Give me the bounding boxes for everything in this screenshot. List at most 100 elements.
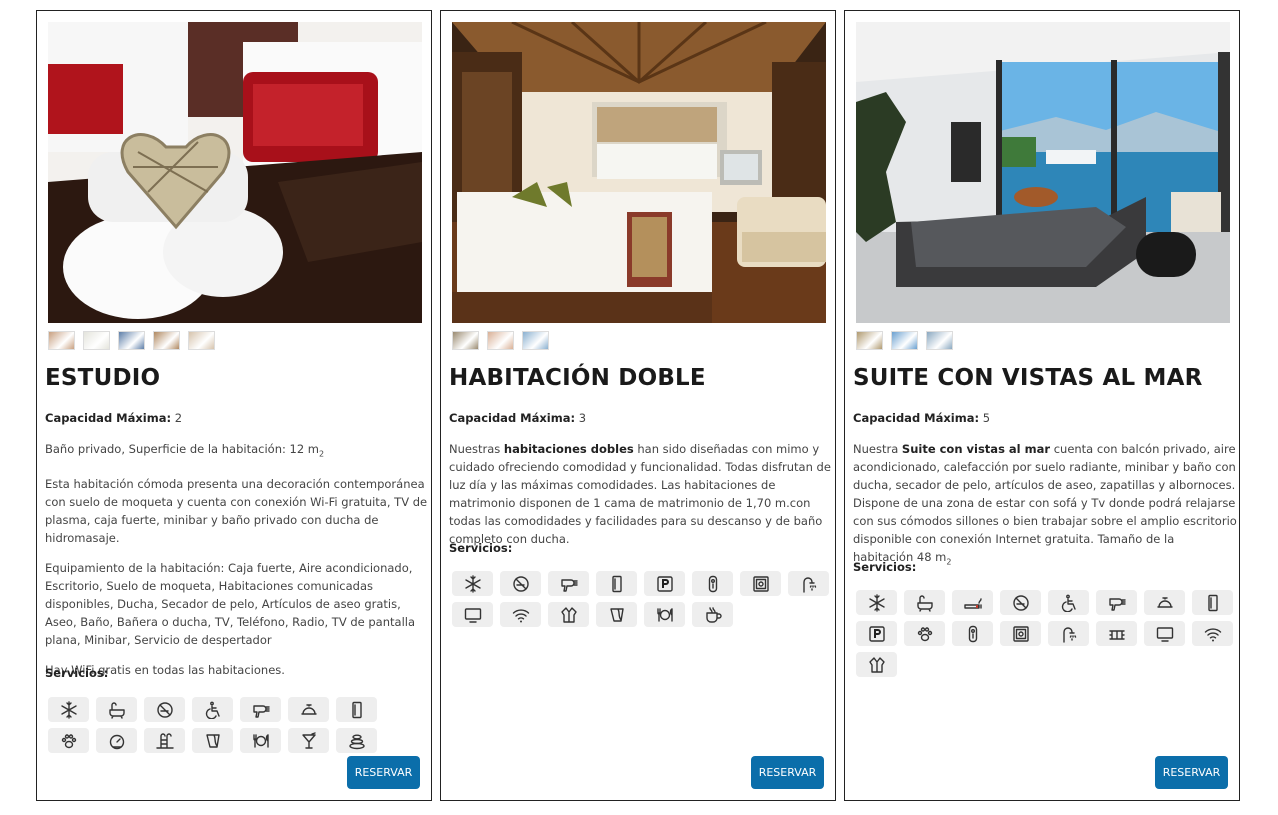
key-card-icon xyxy=(952,621,993,646)
hairdryer-icon xyxy=(240,697,281,722)
gallery-thumbnail[interactable] xyxy=(487,331,514,350)
snowflake-icon xyxy=(48,697,89,722)
tv-icon xyxy=(452,602,493,627)
pet-paw-icon xyxy=(48,728,89,753)
capacity-line: Capacidad Máxima: 5 xyxy=(853,409,1238,427)
room-service-icon xyxy=(1144,590,1185,615)
parking-icon xyxy=(856,621,897,646)
reserve-button[interactable]: RESERVAR xyxy=(1155,756,1228,789)
sink-icon xyxy=(596,602,637,627)
wifi-icon xyxy=(1192,621,1233,646)
no-smoking-icon xyxy=(144,697,185,722)
room-details: Capacidad Máxima: 3 Nuestras habitacione… xyxy=(449,409,834,560)
room-equipment: Equipamiento de la habitación: Caja fuer… xyxy=(45,561,416,648)
wifi-icon xyxy=(500,602,541,627)
bathtub-icon xyxy=(96,697,137,722)
description-text: han sido diseñadas con mimo y cuidado of… xyxy=(449,442,831,546)
description-highlight: habitaciones dobles xyxy=(503,442,634,456)
room-card-estudio: ESTUDIO Capacidad Máxima: 2 Baño privado… xyxy=(36,10,432,801)
room-title: SUITE CON VISTAS AL MAR xyxy=(853,365,1203,391)
cocktail-icon xyxy=(288,728,329,753)
room-card-suite-vistas-mar: SUITE CON VISTAS AL MAR Capacidad Máxima… xyxy=(844,10,1240,801)
sink-icon xyxy=(192,728,233,753)
gallery-thumbnail[interactable] xyxy=(452,331,479,350)
dining-icon xyxy=(240,728,281,753)
room-title: ESTUDIO xyxy=(45,365,161,391)
room-card-habitacion-doble: HABITACIÓN DOBLE Capacidad Máxima: 3 Nue… xyxy=(440,10,836,801)
capacity-value: 5 xyxy=(982,411,991,425)
accessible-icon xyxy=(1048,590,1089,615)
spa-stones-icon xyxy=(336,728,377,753)
capacity-value: 2 xyxy=(174,411,183,425)
door-icon xyxy=(1192,590,1233,615)
bath-area-line: Baño privado, Superficie de la habitació… xyxy=(45,440,430,463)
safe-icon xyxy=(740,571,781,596)
accessible-icon xyxy=(192,697,233,722)
services-heading: Servicios: xyxy=(45,666,109,680)
services-heading: Servicios: xyxy=(449,541,513,555)
room-details: Capacidad Máxima: 5 Nuestra Suite con vi… xyxy=(853,409,1238,583)
description-intro: Nuestra xyxy=(853,442,902,456)
gallery-thumbnail[interactable] xyxy=(83,331,110,350)
pool-ladder-icon xyxy=(144,728,185,753)
capacity-label: Capacidad Máxima: xyxy=(449,411,576,425)
safe-icon xyxy=(1000,621,1041,646)
gallery-thumbnail[interactable] xyxy=(926,331,953,350)
bathtub-icon xyxy=(904,590,945,615)
scale-icon xyxy=(96,728,137,753)
reserve-button[interactable]: RESERVAR xyxy=(751,756,824,789)
description-highlight: Suite con vistas al mar xyxy=(901,442,1051,456)
door-icon xyxy=(596,571,637,596)
room-description: Nuestras habitaciones dobles han sido di… xyxy=(449,440,834,548)
key-card-icon xyxy=(692,571,733,596)
no-smoking-icon xyxy=(1000,590,1041,615)
shower-icon xyxy=(1048,621,1089,646)
services-heading: Servicios: xyxy=(853,560,917,574)
room-main-photo[interactable] xyxy=(48,22,422,323)
gallery-thumbnail[interactable] xyxy=(856,331,883,350)
shower-icon xyxy=(788,571,829,596)
bathrobe-icon xyxy=(856,652,897,677)
area-unit-sub: 2 xyxy=(946,557,952,567)
room-title: HABITACIÓN DOBLE xyxy=(449,365,706,391)
description-intro: Nuestras xyxy=(449,442,504,456)
room-description: Nuestra Suite con vistas al mar cuenta c… xyxy=(853,440,1238,571)
gallery-thumbnail[interactable] xyxy=(118,331,145,350)
capacity-value: 3 xyxy=(578,411,587,425)
description-text: cuenta con balcón privado, aire acondici… xyxy=(853,442,1237,564)
tv-icon xyxy=(1144,621,1185,646)
coffee-icon xyxy=(692,602,733,627)
reserve-button[interactable]: RESERVAR xyxy=(347,756,420,789)
snowflake-icon xyxy=(856,590,897,615)
room-photo-sea-view-suite xyxy=(856,22,1230,323)
room-description: Esta habitación cómoda presenta una deco… xyxy=(45,477,428,546)
area-unit-sub: 2 xyxy=(319,449,325,459)
gallery-thumbnail[interactable] xyxy=(522,331,549,350)
parking-icon xyxy=(644,571,685,596)
dining-icon xyxy=(644,602,685,627)
capacity-line: Capacidad Máxima: 3 xyxy=(449,409,834,427)
room-photo-towels-heart xyxy=(48,22,422,323)
capacity-line: Capacidad Máxima: 2 xyxy=(45,409,430,427)
room-main-photo[interactable] xyxy=(856,22,1230,323)
bathrobe-icon xyxy=(548,602,589,627)
hairdryer-icon xyxy=(548,571,589,596)
no-smoking-icon xyxy=(500,571,541,596)
capacity-label: Capacidad Máxima: xyxy=(853,411,980,425)
snowflake-icon xyxy=(452,571,493,596)
room-service-icon xyxy=(288,697,329,722)
room-main-photo[interactable] xyxy=(452,22,826,323)
gallery-thumbnail[interactable] xyxy=(48,331,75,350)
room-photo-double-bedroom xyxy=(452,22,826,323)
heater-icon xyxy=(1096,621,1137,646)
gallery-thumbnail[interactable] xyxy=(188,331,215,350)
room-details: Capacidad Máxima: 2 Baño privado, Superf… xyxy=(45,409,430,691)
pet-paw-icon xyxy=(904,621,945,646)
door-icon xyxy=(336,697,377,722)
bath-area-text: Baño privado, Superficie de la habitació… xyxy=(45,442,320,456)
smoking-icon xyxy=(952,590,993,615)
capacity-label: Capacidad Máxima: xyxy=(45,411,172,425)
gallery-thumbnail[interactable] xyxy=(891,331,918,350)
hairdryer-icon xyxy=(1096,590,1137,615)
gallery-thumbnail[interactable] xyxy=(153,331,180,350)
